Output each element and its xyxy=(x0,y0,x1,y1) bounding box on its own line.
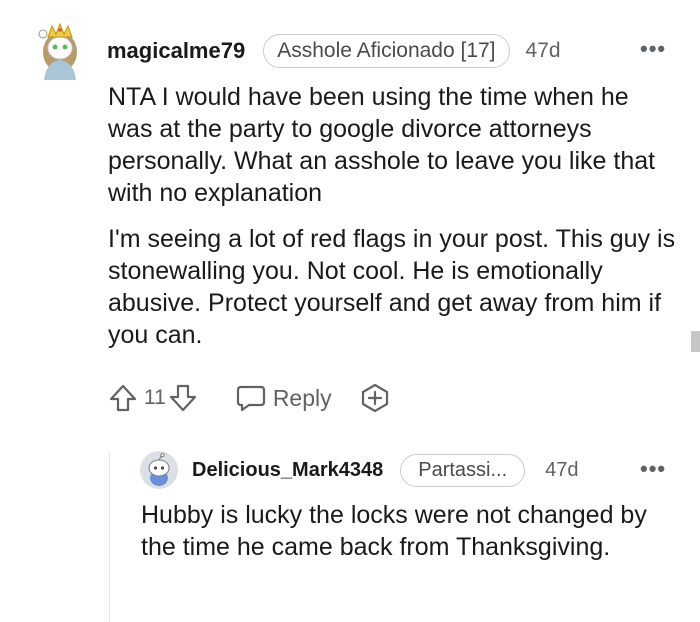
snoo-avatar-icon xyxy=(140,451,178,489)
snoo-avatar-crown-icon xyxy=(38,22,77,80)
thread-line[interactable] xyxy=(109,452,110,622)
comment-paragraph: I'm seeing a lot of red flags in your po… xyxy=(108,225,676,349)
downvote-arrow-icon[interactable] xyxy=(168,383,198,413)
comment-header: magicalme79 Asshole Aficionado [17] 47d xyxy=(107,32,561,70)
more-options-icon[interactable]: ••• xyxy=(640,456,666,482)
scrollbar-thumb[interactable] xyxy=(691,331,700,352)
user-flair: Asshole Aficionado [17] xyxy=(263,34,510,68)
comment-body: NTA I would have been using the time whe… xyxy=(108,81,678,351)
comment-username[interactable]: magicalme79 xyxy=(107,38,245,64)
reply-username[interactable]: Delicious_Mark4348 xyxy=(192,459,383,482)
reply-paragraph: Hubby is lucky the locks were not change… xyxy=(141,501,647,561)
comment-age: 47d xyxy=(525,39,561,62)
add-award-icon[interactable] xyxy=(360,383,390,413)
comment-paragraph: NTA I would have been using the time whe… xyxy=(108,83,656,207)
more-options-icon[interactable]: ••• xyxy=(640,36,666,62)
vote-score: 11 xyxy=(144,386,166,409)
upvote-arrow-icon[interactable] xyxy=(108,383,138,413)
reply-button[interactable]: Reply xyxy=(236,383,332,413)
reply-user-flair: Partassi... xyxy=(400,453,526,487)
speech-bubble-icon xyxy=(236,385,265,412)
comment-thread: magicalme79 Asshole Aficionado [17] 47d … xyxy=(0,0,700,622)
comment-actions: 11 Reply xyxy=(108,378,390,418)
reply-header: Delicious_Mark4348 Partassi... 47d xyxy=(192,451,579,489)
reply-label: Reply xyxy=(272,384,332,411)
user-avatar[interactable] xyxy=(30,20,90,82)
reply-body: Hubby is lucky the locks were not change… xyxy=(141,499,681,563)
reply-age: 47d xyxy=(545,458,579,481)
reply-user-avatar[interactable] xyxy=(140,451,178,489)
